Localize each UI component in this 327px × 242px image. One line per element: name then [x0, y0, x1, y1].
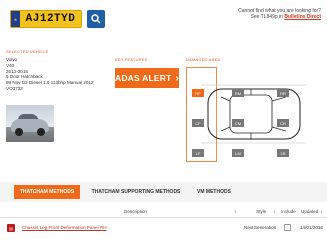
damaged-area-label: DAMAGED AREA: [186, 57, 221, 62]
selected-vehicle-label: SELECTED VEHICLE: [6, 49, 49, 54]
vehicle-photo: [6, 105, 54, 142]
tab-label: THATCHAM SUPPORTING METHODS: [91, 189, 181, 195]
registration-plate: ★ AJ12TYD: [10, 10, 82, 28]
damage-zone-cm[interactable]: CM: [232, 119, 244, 127]
col-style[interactable]: Style: [256, 209, 266, 214]
col-updated[interactable]: Updated: [301, 209, 318, 214]
sort-icon[interactable]: ↕: [234, 209, 236, 214]
pdf-icon[interactable]: ▤: [7, 224, 15, 232]
search-button[interactable]: [87, 10, 105, 28]
help-note-prefix: See TL849p in: [250, 14, 285, 20]
sort-icon[interactable]: ↕: [273, 209, 275, 214]
damage-zone-lr[interactable]: LR: [277, 149, 289, 157]
sort-icon[interactable]: ↕: [320, 209, 322, 214]
tab-label: VM METHODS: [197, 189, 231, 195]
car-topview-icon: [186, 67, 306, 162]
help-note-line2: See TL849p in Bulletins Direct: [201, 14, 321, 20]
damage-zone-cr[interactable]: CR: [277, 119, 289, 127]
adas-alert-label: ADAS ALERT: [115, 73, 172, 83]
tab-thatcham-methods[interactable]: THATCHAM METHODS: [14, 185, 80, 199]
col-description[interactable]: Description: [124, 209, 147, 214]
eu-flag-icon: ★: [11, 11, 20, 27]
key-features-label: KEY FEATURES: [115, 57, 148, 62]
methods-table-header: Description ↕ Style ↕ Include Updated ↕: [0, 207, 327, 218]
registration-text: AJ12TYD: [25, 13, 76, 25]
damage-zone-cf[interactable]: CF: [192, 119, 204, 127]
vehicle-details: Volvo V40 2012-2016 5 Door Hatchback 98 …: [6, 57, 94, 92]
damage-zone-lm[interactable]: LM: [232, 149, 244, 157]
adas-alert-button[interactable]: ADAS ALERT ›: [115, 68, 179, 88]
damage-zone-rm[interactable]: RM: [232, 89, 244, 97]
chevron-right-icon: ›: [175, 72, 179, 84]
vehicle-code: VO3733: [6, 85, 23, 91]
table-row: ▤ Chassis Leg Front Deformation Panel RH…: [0, 222, 327, 234]
damaged-area-diagram: RF RM RR CF CM CR LF LM LR: [186, 67, 321, 162]
bulletins-direct-link[interactable]: Bulletins Direct: [284, 14, 321, 20]
tab-vm-methods[interactable]: VM METHODS: [192, 185, 236, 199]
help-note: Cannot find what you are looking for? Se…: [201, 8, 321, 20]
method-updated: 14/01/2016: [300, 225, 323, 230]
method-title-link[interactable]: Chassis Leg Front Deformation Panel RH: [22, 225, 107, 230]
damage-zone-lf[interactable]: LF: [192, 149, 204, 157]
col-include[interactable]: Include: [281, 209, 296, 214]
tab-thatcham-supporting-methods[interactable]: THATCHAM SUPPORTING METHODS: [84, 185, 188, 199]
tab-label: THATCHAM METHODS: [19, 189, 75, 195]
damage-zone-rr[interactable]: RR: [277, 89, 289, 97]
search-icon: [91, 14, 101, 24]
damage-zone-rf[interactable]: RF: [192, 89, 204, 97]
method-style: NextGeneration: [244, 225, 277, 230]
include-checkbox[interactable]: [284, 224, 291, 231]
